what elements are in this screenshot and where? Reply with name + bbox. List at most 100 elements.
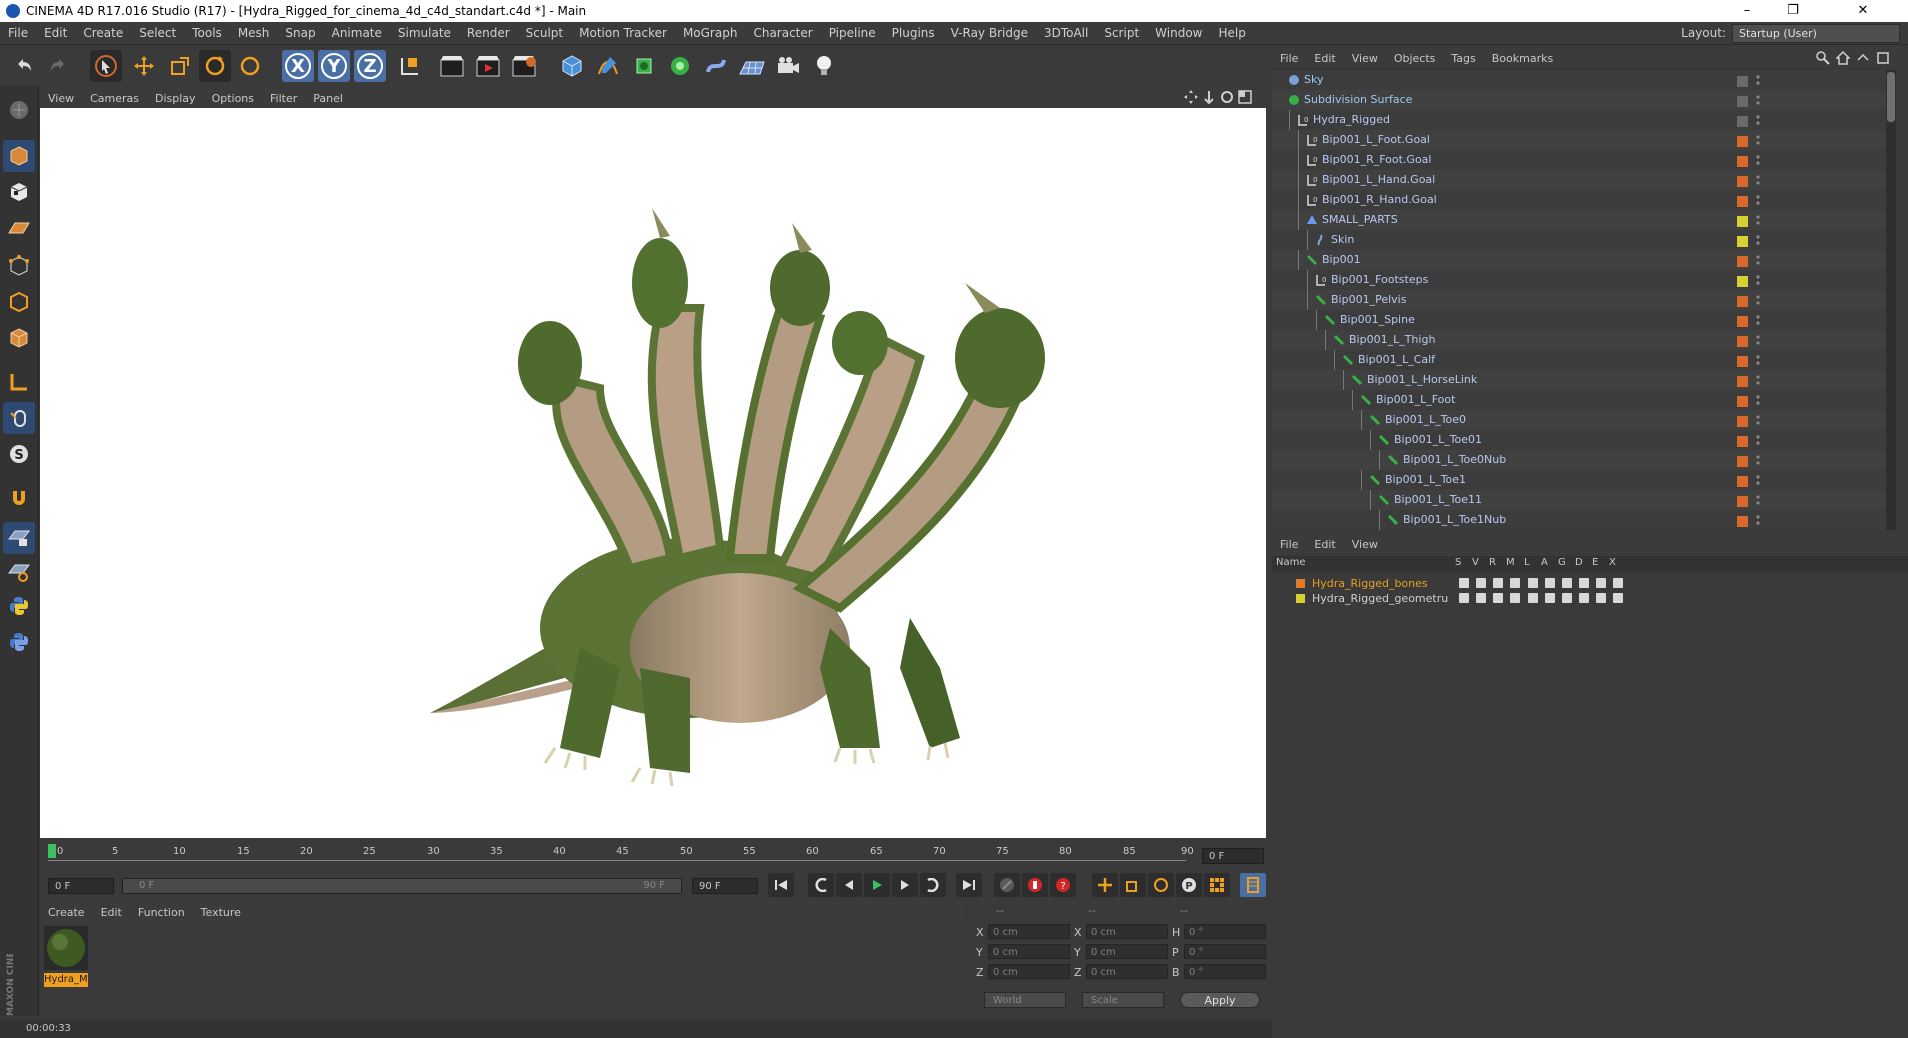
- coord-size-x-field[interactable]: 0 cm: [1086, 924, 1168, 939]
- move-icon[interactable]: [128, 50, 160, 82]
- layer-toggle-icon[interactable]: [1579, 578, 1589, 588]
- visibility-dots-icon[interactable]: [1756, 133, 1760, 147]
- object-row[interactable]: 0 Hydra_Rigged: [1272, 110, 1892, 130]
- visibility-dots-icon[interactable]: [1756, 213, 1760, 227]
- layer-color-tag[interactable]: [1737, 296, 1748, 307]
- lock-workplane-icon[interactable]: [3, 522, 35, 554]
- live-selection-icon[interactable]: [90, 50, 122, 82]
- record-keyframe-icon[interactable]: [1022, 873, 1048, 897]
- menu-mesh[interactable]: Mesh: [230, 26, 278, 40]
- cube-primitive-icon[interactable]: [556, 50, 588, 82]
- frame-range-slider[interactable]: 0 F 90 F: [122, 878, 682, 894]
- undo-icon[interactable]: [8, 50, 40, 82]
- visibility-dots-icon[interactable]: [1756, 273, 1760, 287]
- rotate-view-icon[interactable]: [1220, 90, 1234, 104]
- menu-snap[interactable]: Snap: [277, 26, 323, 40]
- menu-script[interactable]: Script: [1096, 26, 1147, 40]
- layer-color-swatch[interactable]: [1296, 594, 1305, 603]
- object-name[interactable]: Bip001_L_HorseLink: [1367, 373, 1477, 386]
- layer-color-tag[interactable]: [1737, 76, 1748, 87]
- restore-button[interactable]: ❐: [1770, 0, 1816, 22]
- visibility-dots-icon[interactable]: [1756, 513, 1760, 527]
- lm-menu-edit[interactable]: Edit: [1306, 538, 1343, 551]
- points-mode-icon[interactable]: [3, 250, 35, 282]
- coordinate-space-dropdown[interactable]: World: [984, 992, 1066, 1008]
- object-row[interactable]: Sky: [1272, 70, 1892, 90]
- key-parameter-icon[interactable]: P: [1176, 873, 1202, 897]
- menu-edit[interactable]: Edit: [36, 26, 75, 40]
- visibility-dots-icon[interactable]: [1756, 193, 1760, 207]
- layer-color-tag[interactable]: [1737, 96, 1748, 107]
- x-axis-lock-button[interactable]: X: [282, 50, 314, 82]
- object-name[interactable]: Bip001_L_Thigh: [1349, 333, 1435, 346]
- spline-pen-icon[interactable]: [592, 50, 624, 82]
- start-frame-field[interactable]: 0 F: [48, 878, 114, 894]
- menu-simulate[interactable]: Simulate: [390, 26, 459, 40]
- layer-color-tag[interactable]: [1737, 196, 1748, 207]
- light-icon[interactable]: [808, 50, 840, 82]
- 3d-viewport[interactable]: [40, 108, 1266, 838]
- object-name[interactable]: Bip001_R_Hand.Goal: [1322, 193, 1437, 206]
- om-menu-view[interactable]: View: [1344, 52, 1386, 65]
- visibility-dots-icon[interactable]: [1756, 453, 1760, 467]
- material-menu-texture[interactable]: Texture: [193, 906, 249, 919]
- layer-color-tag[interactable]: [1737, 516, 1748, 527]
- layer-color-tag[interactable]: [1737, 336, 1748, 347]
- layout-dropdown[interactable]: Startup (User): [1732, 23, 1900, 43]
- layer-color-tag[interactable]: [1737, 496, 1748, 507]
- object-name[interactable]: Bip001_L_Hand.Goal: [1322, 173, 1435, 186]
- visibility-dots-icon[interactable]: [1756, 293, 1760, 307]
- object-name[interactable]: Bip001_Pelvis: [1331, 293, 1406, 306]
- visibility-dots-icon[interactable]: [1756, 113, 1760, 127]
- python-script-icon[interactable]: [3, 626, 35, 658]
- menu-sculpt[interactable]: Sculpt: [518, 26, 571, 40]
- scale-icon[interactable]: [164, 50, 196, 82]
- menu-render[interactable]: Render: [459, 26, 518, 40]
- layer-color-tag[interactable]: [1737, 416, 1748, 427]
- object-name[interactable]: Bip001_R_Foot.Goal: [1322, 153, 1431, 166]
- snap-icon[interactable]: S: [3, 438, 35, 470]
- object-row[interactable]: Bip001_L_Toe0: [1272, 410, 1892, 430]
- current-frame-field[interactable]: 0 F: [1202, 848, 1264, 864]
- layer-toggle-icon[interactable]: [1493, 578, 1503, 588]
- coord-pos-z-field[interactable]: 0 cm: [988, 964, 1070, 979]
- visibility-dots-icon[interactable]: [1756, 433, 1760, 447]
- cloner-icon[interactable]: [664, 50, 696, 82]
- render-picture-viewer-icon[interactable]: [472, 50, 504, 82]
- tweak-mode-icon[interactable]: [3, 402, 35, 434]
- object-row[interactable]: 0 Bip001_L_Foot.Goal: [1272, 130, 1892, 150]
- layer-toggle-icon[interactable]: [1579, 593, 1589, 603]
- zoom-view-icon[interactable]: [1202, 90, 1216, 104]
- layer-toggle-icon[interactable]: [1476, 578, 1486, 588]
- next-key-icon[interactable]: [920, 873, 946, 897]
- object-name[interactable]: Bip001: [1322, 253, 1361, 266]
- menu-animate[interactable]: Animate: [324, 26, 390, 40]
- maximize-view-icon[interactable]: [1238, 90, 1252, 104]
- object-name[interactable]: Subdivision Surface: [1304, 93, 1412, 106]
- layer-color-tag[interactable]: [1737, 216, 1748, 227]
- om-menu-bookmarks[interactable]: Bookmarks: [1484, 52, 1561, 65]
- visibility-dots-icon[interactable]: [1756, 233, 1760, 247]
- subdivision-surface-icon[interactable]: [628, 50, 660, 82]
- menu-character[interactable]: Character: [745, 26, 820, 40]
- object-name[interactable]: Bip001_L_Foot: [1376, 393, 1455, 406]
- search-icon[interactable]: [1816, 51, 1830, 65]
- apply-button[interactable]: Apply: [1180, 992, 1260, 1008]
- lm-menu-view[interactable]: View: [1344, 538, 1386, 551]
- object-name[interactable]: Hydra_Rigged: [1313, 113, 1390, 126]
- object-row[interactable]: Bip001: [1272, 250, 1892, 270]
- layer-name[interactable]: Hydra_Rigged_bones: [1312, 577, 1428, 590]
- object-row[interactable]: Bip001_L_Toe01: [1272, 430, 1892, 450]
- layer-toggle-icon[interactable]: [1510, 578, 1520, 588]
- model-mode-icon[interactable]: [3, 140, 35, 172]
- object-row[interactable]: 0 Bip001_L_Hand.Goal: [1272, 170, 1892, 190]
- menu-tools[interactable]: Tools: [184, 26, 230, 40]
- layer-toggle-icon[interactable]: [1545, 578, 1555, 588]
- viewport-menu-view[interactable]: View: [40, 92, 82, 105]
- layer-toggle-icon[interactable]: [1528, 578, 1538, 588]
- object-name[interactable]: SMALL_PARTS: [1322, 213, 1398, 226]
- timeline-layout-icon[interactable]: [1240, 873, 1266, 897]
- visibility-dots-icon[interactable]: [1756, 333, 1760, 347]
- object-name[interactable]: Bip001_Spine: [1340, 313, 1415, 326]
- visibility-dots-icon[interactable]: [1756, 253, 1760, 267]
